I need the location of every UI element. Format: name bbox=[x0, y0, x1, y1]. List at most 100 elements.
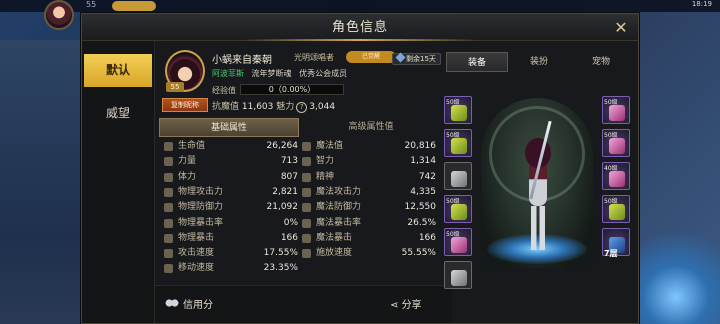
stat-value: 742 bbox=[418, 171, 436, 182]
stat-row: 攻击速度 17.55% 施放速度 55.55% bbox=[162, 247, 442, 260]
stat-label: 魔法攻击力 bbox=[316, 186, 362, 197]
equipment-icon bbox=[451, 270, 467, 286]
stat-value: 0% bbox=[283, 217, 298, 228]
tab-prestige[interactable]: 威望 bbox=[84, 97, 152, 130]
stat-row: 物理暴击 166 魔法暴击 166 bbox=[162, 232, 442, 245]
stat-value: 21,092 bbox=[266, 202, 299, 213]
stat-label: 物理防御力 bbox=[178, 202, 224, 213]
equipment-level: 40级 bbox=[604, 165, 618, 172]
player-class: 光明颂唱者 bbox=[294, 53, 334, 62]
stat-label: 魔法值 bbox=[316, 141, 344, 151]
stat-label: 魔法暴击率 bbox=[316, 217, 362, 228]
player-name: 小蜗来自秦朝 bbox=[212, 55, 272, 66]
stat-icon bbox=[302, 233, 311, 243]
panel-title-bar: 角色信息 ✕ bbox=[82, 14, 638, 41]
exp-bar: 0（0.00%） bbox=[240, 84, 344, 95]
remaining-days-badge: 剩余15天 bbox=[392, 52, 441, 65]
equipment-slot[interactable]: 50级 bbox=[602, 96, 630, 124]
stat-value: 55.55% bbox=[401, 248, 436, 259]
equipment-icon bbox=[451, 105, 467, 121]
equipment-slot[interactable]: 50级 bbox=[444, 129, 472, 157]
stat-row: 物理攻击力 2,821 魔法攻击力 4,335 bbox=[162, 186, 442, 199]
top-chip[interactable] bbox=[112, 1, 156, 11]
top-player-avatar[interactable] bbox=[44, 0, 74, 30]
equipment-slot[interactable]: 50级 bbox=[602, 129, 630, 157]
credit-score-button[interactable]: 信用分 bbox=[165, 296, 285, 316]
stat-label: 移动速度 bbox=[178, 263, 215, 274]
bottom-bar: 信用分 ⋖ 分享 bbox=[155, 285, 452, 323]
tag-green: 阿波菲斯 bbox=[212, 69, 244, 78]
tab-default[interactable]: 默认 bbox=[84, 54, 152, 87]
stat-icon bbox=[302, 249, 311, 259]
close-icon[interactable]: ✕ bbox=[612, 19, 630, 37]
tab-equipment[interactable]: 装备 bbox=[446, 52, 508, 72]
stat-icon bbox=[164, 187, 173, 197]
anti-magic-row: 抗魔值 11,603 魅力? 3,044 bbox=[212, 99, 335, 113]
stat-icon bbox=[302, 172, 311, 182]
stat-label: 体力 bbox=[178, 171, 197, 182]
equipment-slot[interactable] bbox=[444, 261, 472, 289]
tab-advanced-stats[interactable]: 高级属性值 bbox=[301, 118, 441, 137]
stat-label: 物理攻击力 bbox=[178, 186, 224, 197]
character-info-panel: 角色信息 ✕ 默认 威望 55 复制昵称 小蜗来自秦朝 光明颂唱者 已觉醒 阿波… bbox=[81, 13, 639, 324]
diamond-icon bbox=[395, 52, 406, 63]
stat-label: 物理暴击率 bbox=[178, 217, 224, 228]
equipment-icon bbox=[451, 171, 467, 187]
awaken-badge: 已觉醒 bbox=[346, 51, 396, 63]
stat-value: 23.35% bbox=[263, 263, 298, 274]
game-top-bar: 55 18:19 bbox=[0, 0, 720, 12]
remaining-days-text: 剩余15天 bbox=[406, 55, 436, 63]
stat-row: 体力 807 精神 742 bbox=[162, 171, 442, 184]
equipment-level: 50级 bbox=[604, 132, 618, 139]
level-badge: 55 bbox=[166, 82, 184, 92]
stat-icon bbox=[164, 203, 173, 213]
title-gold-line bbox=[242, 39, 478, 41]
stat-label: 魔法暴击 bbox=[316, 232, 353, 243]
tag-server: 流年梦断魂 bbox=[251, 69, 292, 78]
anti-label: 抗魔值 bbox=[212, 102, 240, 112]
equipment-level: 50级 bbox=[446, 99, 460, 106]
background-wall bbox=[0, 40, 80, 324]
stat-label: 力量 bbox=[178, 156, 197, 167]
stat-value: 166 bbox=[418, 232, 436, 243]
tab-basic-stats[interactable]: 基础属性 bbox=[159, 118, 299, 137]
equipment-slot[interactable] bbox=[444, 162, 472, 190]
anti-value: 11,603 bbox=[241, 102, 274, 112]
stat-value: 1,314 bbox=[410, 156, 436, 167]
stat-row: 物理暴击率 0% 魔法暴击率 26.5% bbox=[162, 217, 442, 230]
stat-icon bbox=[164, 157, 173, 167]
stat-label: 智力 bbox=[316, 156, 335, 167]
stat-icon bbox=[302, 203, 311, 213]
exp-label: 经验值 bbox=[212, 86, 236, 95]
tag-guild: 优秀公会成员 bbox=[299, 69, 348, 78]
stat-icon bbox=[302, 142, 311, 151]
equipment-level: 50级 bbox=[604, 99, 618, 106]
tab-pet[interactable]: 宠物 bbox=[570, 52, 632, 72]
player-tags: 阿波菲斯 流年梦断魂 优秀公会成员 bbox=[212, 68, 347, 79]
clock-text: 18:19 bbox=[691, 0, 712, 8]
equipment-slot[interactable]: 50级 bbox=[444, 195, 472, 223]
share-label: 分享 bbox=[401, 300, 422, 311]
charm-value: 3,044 bbox=[309, 102, 336, 112]
stat-value: 2,821 bbox=[272, 186, 298, 197]
stat-value: 26,264 bbox=[266, 141, 299, 151]
equipment-slot[interactable]: 50级 bbox=[444, 96, 472, 124]
model-legs bbox=[531, 206, 545, 250]
stat-label: 物理暴击 bbox=[178, 232, 215, 243]
character-model[interactable] bbox=[481, 98, 593, 268]
equipment-icon bbox=[451, 138, 467, 154]
top-level-text: 55 bbox=[86, 0, 97, 9]
tab-outfit[interactable]: 装扮 bbox=[508, 52, 570, 72]
stat-row: 物理防御力 21,092 魔法防御力 12,550 bbox=[162, 201, 442, 214]
equipment-level: 50级 bbox=[446, 231, 460, 238]
copy-name-button[interactable]: 复制昵称 bbox=[162, 98, 208, 112]
help-icon[interactable]: ? bbox=[296, 102, 308, 113]
equipment-slot[interactable]: 40级 bbox=[602, 162, 630, 190]
stat-label: 施放速度 bbox=[316, 248, 353, 259]
credit-label: 信用分 bbox=[183, 300, 213, 311]
equipment-slot[interactable]: 50级 bbox=[444, 228, 472, 256]
equipment-icon bbox=[609, 171, 625, 187]
equipment-icon bbox=[609, 138, 625, 154]
equipment-slot[interactable]: 50级 bbox=[602, 195, 630, 223]
stat-value: 17.55% bbox=[263, 248, 298, 259]
